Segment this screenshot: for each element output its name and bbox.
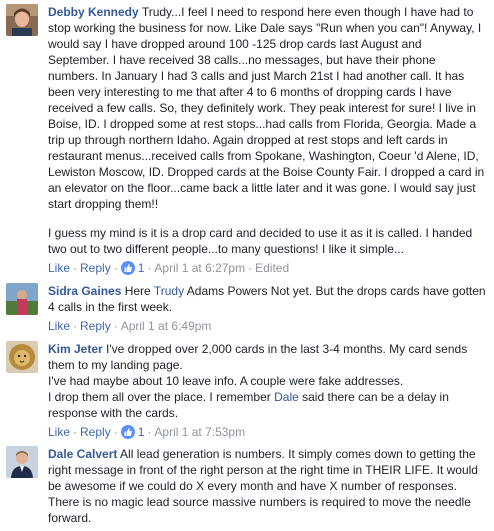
comment-line: I drop them all over the place. I rememb… xyxy=(48,389,486,421)
avatar[interactable] xyxy=(6,283,38,315)
author-name[interactable]: Sidra Gaines xyxy=(48,284,121,298)
like-thumb-icon[interactable] xyxy=(120,425,135,439)
timestamp[interactable]: April 1 at 6:27pm xyxy=(154,261,245,275)
like-button[interactable]: Like xyxy=(48,261,70,275)
reply-button[interactable]: Reply xyxy=(80,319,111,333)
avatar[interactable] xyxy=(6,446,38,478)
like-thumb-icon[interactable] xyxy=(120,261,135,275)
author-name[interactable]: Debby Kennedy xyxy=(48,5,139,19)
comment-text: Dale Calvert All lead generation is numb… xyxy=(48,446,486,526)
comment-actions: Like · Reply · 1 · April 1 at 7:53pm xyxy=(48,425,246,439)
author-name[interactable]: Kim Jeter xyxy=(48,342,103,356)
comment-actions: Like · Reply · 1 · April 1 at 6:27pm · Edited xyxy=(48,261,290,275)
comment-text-part: Here xyxy=(124,284,154,298)
comment-actions: Like · Reply · April 1 at 6:49pm xyxy=(48,319,212,333)
comment-text: Kim Jeter I've dropped over 2,000 cards … xyxy=(48,341,486,373)
avatar-photo xyxy=(6,341,38,373)
avatar[interactable] xyxy=(6,341,38,373)
reply-button[interactable]: Reply xyxy=(80,425,111,439)
author-name[interactable]: Dale Calvert xyxy=(48,447,117,461)
like-button[interactable]: Like xyxy=(48,425,70,439)
comment-text: Debby Kennedy Trudy...I feel I need to r… xyxy=(48,4,486,212)
comment-thread: Debby Kennedy Trudy...I feel I need to r… xyxy=(0,0,494,531)
avatar-photo xyxy=(6,446,38,478)
reply-button[interactable]: Reply xyxy=(80,261,111,275)
avatar-photo xyxy=(6,4,38,36)
comment-text-part: I drop them all over the place. I rememb… xyxy=(48,390,275,404)
comment-line: I've had maybe about 10 leave info. A co… xyxy=(48,374,404,388)
comment-paragraph-2: I guess my mind is it is a drop card and… xyxy=(48,226,473,256)
reaction-count[interactable]: 1 xyxy=(138,261,145,275)
comment-paragraph-1: Trudy...I feel I need to respond here ev… xyxy=(48,5,485,211)
like-button[interactable]: Like xyxy=(48,319,70,333)
mention-trudy[interactable]: Trudy xyxy=(154,284,184,298)
reaction-count[interactable]: 1 xyxy=(138,425,145,439)
timestamp[interactable]: April 1 at 7:53pm xyxy=(154,425,245,439)
avatar-photo xyxy=(6,283,38,315)
comment-line: I've dropped over 2,000 cards in the las… xyxy=(48,342,468,372)
timestamp[interactable]: April 1 at 6:49pm xyxy=(121,319,212,333)
edited-label[interactable]: Edited xyxy=(255,261,289,275)
comment-text: Sidra Gaines Here Trudy Adams Powers Not… xyxy=(48,283,486,315)
mention-dale[interactable]: Dale xyxy=(274,390,299,404)
avatar[interactable] xyxy=(6,4,38,36)
